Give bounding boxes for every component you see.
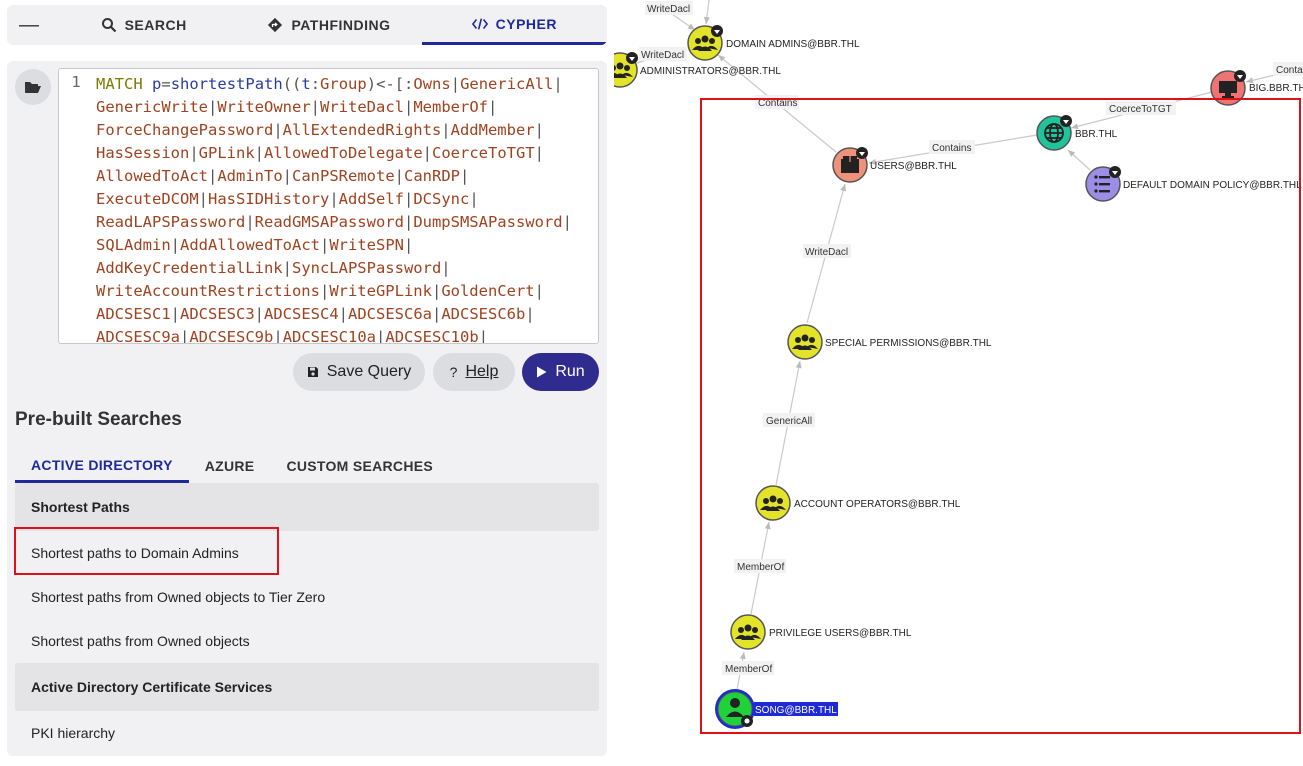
directions-icon: [268, 17, 283, 33]
code-line: SQLAdmin|AddAllowedToAct|WriteSPN|: [96, 236, 414, 254]
code-line: ADCSESC1|ADCSESC3|ADCSESC4|ADCSESC6a|ADC…: [96, 305, 535, 323]
help-button[interactable]: ? Help: [433, 353, 515, 391]
help-label: Help: [465, 363, 499, 380]
tab-pathfinding[interactable]: PATHFINDING: [236, 5, 421, 45]
save-query-label: Save Query: [326, 363, 412, 380]
code-line: ReadLAPSPassword|ReadGMSAPassword|DumpSM…: [96, 213, 572, 231]
save-icon: [307, 367, 318, 377]
edge-label[interactable]: WriteDacl: [647, 4, 690, 15]
edge-line[interactable]: [703, 0, 710, 25]
highlight-box-graph: [700, 98, 1301, 734]
tab-active-directory[interactable]: ACTIVE DIRECTORY: [15, 449, 189, 483]
save-query-button[interactable]: Save Query: [293, 353, 425, 391]
folder-open-icon: [25, 82, 41, 93]
list-item[interactable]: Shortest paths from Owned objects: [15, 619, 599, 663]
code-line: ADCSESC9a|ADCSESC9b|ADCSESC10a|ADCSESC10…: [96, 328, 489, 344]
run-label: Run: [555, 363, 585, 380]
prebuilt-title: Pre-built Searches: [15, 409, 182, 430]
code-line: ExecuteDCOM|HasSIDHistory|AddSelf|DCSync…: [96, 190, 479, 208]
code-icon: [471, 17, 488, 30]
code-line: MATCH p=shortestPath((t:Group)<-[:Owns|G…: [96, 75, 563, 93]
tab-search[interactable]: SEARCH: [51, 5, 236, 45]
play-icon: [537, 366, 547, 378]
section-header: Shortest Paths: [15, 483, 599, 531]
explore-panel: — SEARCH PATHFINDING CYPHER 1 MATCH p=sh…: [0, 0, 614, 761]
cypher-card: 1 MATCH p=shortestPath((t:Group)<-[:Owns…: [7, 61, 607, 756]
tab-pathfinding-label: PATHFINDING: [291, 17, 391, 33]
tab-search-label: SEARCH: [124, 17, 187, 33]
edge-label[interactable]: WriteDacl: [641, 50, 684, 61]
open-queries-button[interactable]: [15, 69, 51, 105]
help-icon: ?: [449, 364, 458, 380]
prebuilt-list: Shortest Paths Shortest paths to Domain …: [15, 483, 599, 755]
code-line: GenericWrite|WriteOwner|WriteDacl|Member…: [96, 98, 498, 116]
prebuilt-tabs: ACTIVE DIRECTORY AZURE CUSTOM SEARCHES: [15, 449, 449, 483]
line-number: 1: [71, 73, 81, 91]
edge-label[interactable]: Conta: [1276, 65, 1303, 76]
node-label: ADMINISTRATORS@BBR.THL: [640, 66, 781, 77]
highlight-box-query: [14, 527, 279, 575]
tab-cypher[interactable]: CYPHER: [421, 5, 607, 45]
tab-custom-searches[interactable]: CUSTOM SEARCHES: [270, 449, 449, 483]
run-button[interactable]: Run: [522, 353, 599, 391]
list-item[interactable]: Shortest paths from Owned objects to Tie…: [15, 575, 599, 619]
list-item[interactable]: PKI hierarchy: [15, 711, 599, 755]
main-tabbar: — SEARCH PATHFINDING CYPHER: [7, 5, 607, 45]
graph-node-domain-admins[interactable]: DOMAIN ADMINS@BBR.THL: [687, 25, 860, 61]
code-line: AllowedToAct|AdminTo|CanPSRemote|CanRDP|: [96, 167, 470, 185]
code-line: AddKeyCredentialLink|SyncLAPSPassword|: [96, 259, 451, 277]
edge-line[interactable]: [671, 13, 696, 31]
minus-icon: —: [19, 13, 39, 36]
cypher-query-text[interactable]: MATCH p=shortestPath((t:Group)<-[:Owns|G…: [96, 73, 596, 344]
code-line: HasSession|GPLink|AllowedToDelegate|Coer…: [96, 144, 544, 162]
node-label: BIG.BBR.TH: [1249, 83, 1303, 94]
tab-azure[interactable]: AZURE: [189, 449, 271, 483]
tab-cypher-label: CYPHER: [495, 15, 557, 32]
code-line: WriteAccountRestrictions|WriteGPLink|Gol…: [96, 282, 544, 300]
section-header: Active Directory Certificate Services: [15, 663, 599, 711]
cypher-editor[interactable]: 1 MATCH p=shortestPath((t:Group)<-[:Owns…: [58, 68, 599, 344]
node-label: DOMAIN ADMINS@BBR.THL: [726, 39, 860, 50]
code-line: ForceChangePassword|AllExtendedRights|Ad…: [96, 121, 544, 139]
collapse-button[interactable]: —: [7, 5, 51, 45]
search-icon: [101, 18, 116, 33]
